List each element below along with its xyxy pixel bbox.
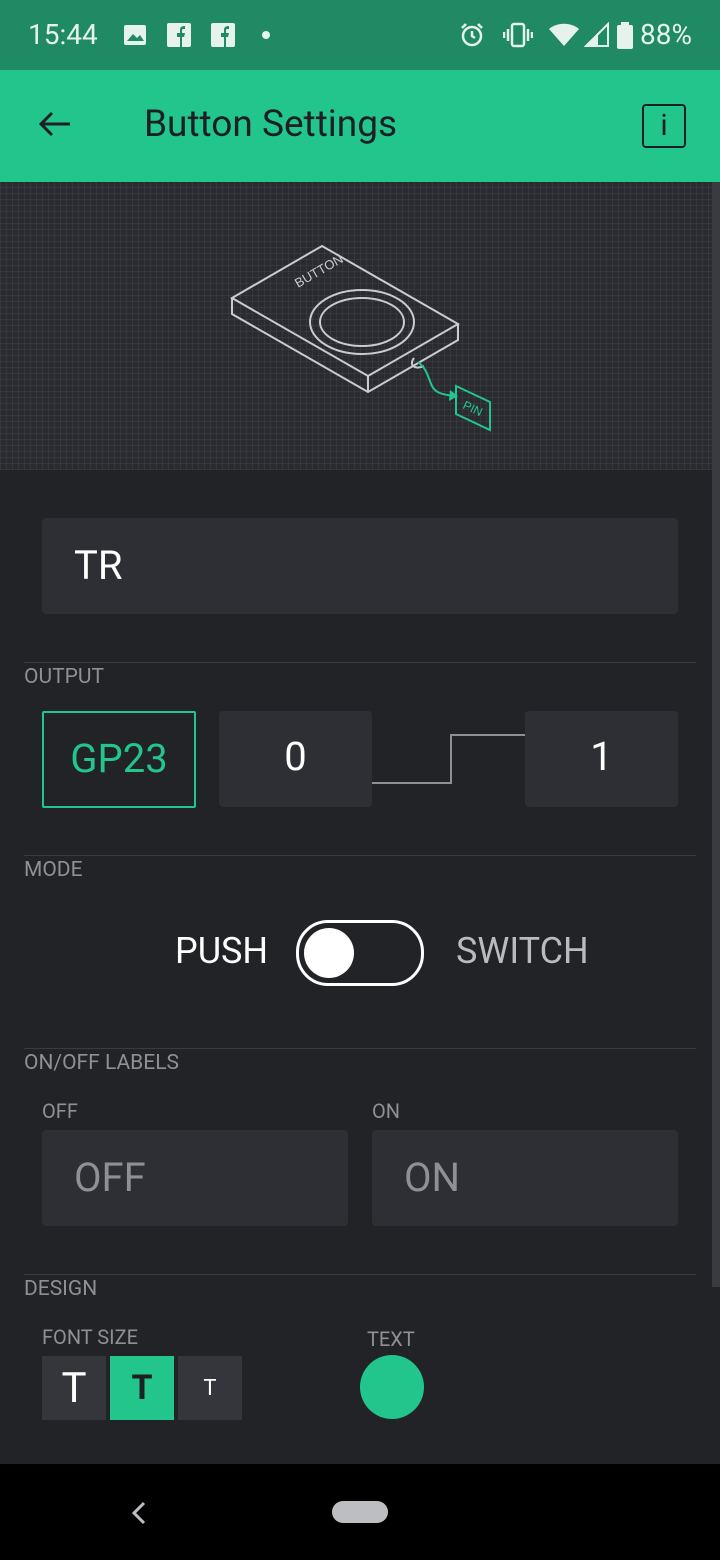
low-value-input[interactable]: 0 [219,711,372,807]
battery-percent: 88% [640,18,692,51]
status-bar: 15:44 88% [0,0,720,70]
text-color-label: TEXT [367,1327,415,1351]
signal-icon [583,21,610,48]
image-icon [122,22,148,48]
off-field-label: OFF [42,1099,78,1123]
font-size-small-button[interactable]: T [178,1356,242,1420]
signal-step-graphic [372,734,525,784]
font-size-medium-button[interactable]: T [110,1356,174,1420]
status-time: 15:44 [28,18,98,51]
on-field-label: ON [372,1099,401,1123]
wifi-icon [548,22,580,48]
home-pill-icon[interactable] [332,1501,388,1523]
switch-mode-label[interactable]: SWITCH [456,930,589,972]
navigation-bar [0,1464,720,1560]
facebook-icon [166,22,192,48]
pin-value: GP23 [70,735,168,782]
text-color-swatch[interactable] [360,1355,424,1419]
widget-name-value: TR [74,542,123,589]
info-button[interactable]: i [642,104,686,148]
mode-section-label: MODE [24,858,83,882]
font-size-medium-glyph: T [131,1368,153,1408]
notification-dot-icon [262,31,270,39]
button-device-illustration: BUTTON PIN [229,244,491,432]
high-value-input[interactable]: 1 [525,711,678,807]
widget-illustration: BUTTON PIN [0,182,720,470]
widget-name-input[interactable]: TR [42,518,678,614]
font-size-large-button[interactable]: T [42,1356,106,1420]
font-size-label: FONT SIZE [42,1325,138,1349]
battery-icon [616,22,634,49]
output-section-label: OUTPUT [24,665,104,689]
off-label-value: OFF [74,1154,146,1201]
labels-section-label: ON/OFF LABELS [24,1051,179,1075]
facebook-icon-2 [210,22,236,48]
push-mode-label[interactable]: PUSH [175,930,268,972]
mode-toggle[interactable] [296,920,424,986]
alarm-icon [459,22,485,48]
font-size-small-glyph: T [203,1376,217,1401]
nav-back-icon[interactable] [126,1500,150,1526]
high-value: 1 [590,733,613,780]
device-label: BUTTON [292,251,346,291]
page-title: Button Settings [144,103,398,146]
divider [24,1274,696,1275]
divider [24,662,696,663]
back-arrow-icon[interactable] [36,104,76,144]
divider [24,855,696,856]
vibrate-icon [502,22,534,48]
scrollbar[interactable] [712,182,720,1287]
design-section-label: DESIGN [24,1277,98,1301]
off-label-input[interactable]: OFF [42,1130,348,1226]
on-label-value: ON [404,1154,461,1201]
pin-select-button[interactable]: GP23 [42,711,196,808]
on-label-input[interactable]: ON [372,1130,678,1226]
font-size-large-glyph: T [61,1364,87,1413]
divider [24,1048,696,1049]
pin-label: PIN [461,398,485,419]
toggle-knob [304,928,354,978]
low-value: 0 [284,733,307,780]
